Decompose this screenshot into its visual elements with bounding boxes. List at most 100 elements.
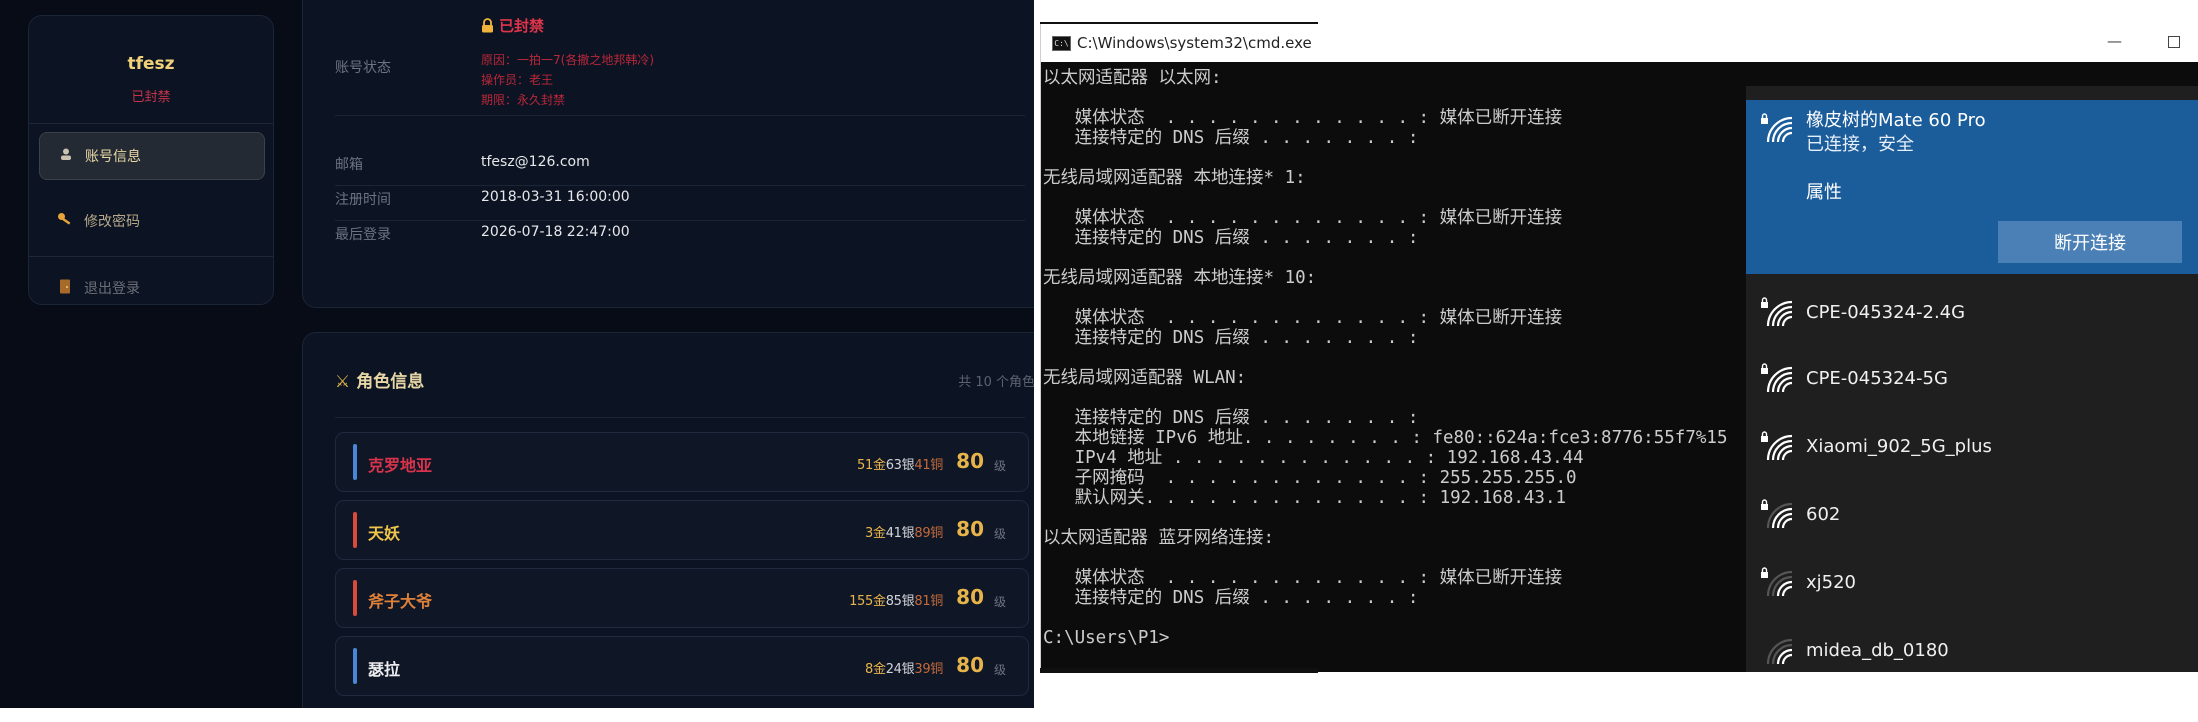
wifi-network-item[interactable]: Xiaomi_902_5G_plus: [1746, 416, 2198, 482]
role-level: 80: [956, 449, 984, 473]
role-level-unit: 级: [993, 663, 1006, 677]
wifi-secured-icon: [1761, 499, 1793, 529]
ban-title: 已封禁: [499, 17, 545, 35]
user-icon: [55, 147, 77, 165]
role-copper: 41铜: [914, 458, 943, 473]
profile-card: tfesz 已封禁 账号信息 修改密码 退出登录: [28, 15, 274, 305]
maximize-icon[interactable]: [2168, 36, 2180, 48]
row-divider: [335, 115, 1025, 116]
window-titlebar[interactable]: C:\ C:\Windows\system32\cmd.exe —: [1041, 24, 2198, 62]
wifi-network-item[interactable]: CPE-045324-5G: [1746, 348, 2198, 414]
role-name: 斧子大爷: [368, 592, 433, 611]
role-level-unit: 级: [993, 527, 1006, 541]
last-login-label: 最后登录: [335, 227, 391, 243]
network-name: 602: [1806, 504, 1841, 525]
door-icon: [54, 279, 76, 298]
minimize-icon[interactable]: —: [2107, 32, 2122, 50]
wifi-secured-icon: [1761, 363, 1793, 393]
connected-network-status: 已连接，安全: [1806, 134, 1914, 155]
profile-status: 已封禁: [131, 90, 171, 105]
row-divider: [335, 220, 1025, 221]
wifi-network-connected[interactable]: 橡皮树的Mate 60 Pro 已连接，安全 属性 断开连接: [1746, 100, 2198, 274]
row-divider: [335, 185, 1025, 186]
role-row[interactable]: 克罗地亚 51金63银41铜 80 级: [335, 432, 1029, 492]
role-name: 天妖: [368, 524, 401, 543]
connected-network-name: 橡皮树的Mate 60 Pro: [1806, 110, 1986, 131]
role-gold: 51金: [857, 458, 886, 473]
wifi-network-item[interactable]: CPE-045324-2.4G: [1746, 282, 2198, 348]
roles-card: ⚔ 角色信息 共 10 个角色 克罗地亚 51金63银41铜 80 级 天妖 3金…: [302, 332, 1034, 708]
role-level-unit: 级: [993, 459, 1006, 473]
menu-divider: [29, 256, 273, 257]
crossed-swords-icon: ⚔: [335, 372, 351, 392]
role-money: 3金41银89铜: [865, 522, 943, 541]
role-money: 155金85银81铜: [849, 590, 943, 609]
register-time-label: 注册时间: [335, 192, 391, 208]
key-icon: [54, 212, 76, 230]
network-name: CPE-045324-2.4G: [1806, 302, 1966, 323]
email-value: tfesz@126.com: [481, 154, 590, 170]
wifi-network-item[interactable]: xj520: [1746, 552, 2198, 618]
role-level-unit: 级: [993, 595, 1006, 609]
last-login-value: 2026-07-18 22:47:00: [481, 224, 630, 240]
role-silver: 24银: [885, 662, 915, 677]
wifi-open-icon: [1766, 638, 1793, 665]
roles-count: 共 10 个角色: [958, 375, 1034, 390]
roles-title: ⚔ 角色信息: [335, 367, 424, 392]
ban-status: 已封禁: [481, 15, 544, 36]
register-time-value: 2018-03-31 16:00:00: [481, 189, 630, 205]
console-text: 以太网适配器 以太网: 媒体状态 . . . . . . . . . . . .…: [1043, 68, 1728, 648]
network-name: CPE-045324-5G: [1806, 368, 1948, 389]
disconnect-button[interactable]: 断开连接: [1998, 221, 2182, 263]
network-name: Xiaomi_902_5G_plus: [1806, 436, 1992, 457]
role-copper: 81铜: [914, 594, 943, 609]
role-row[interactable]: 斧子大爷 155金85银81铜 80 级: [335, 568, 1029, 628]
wifi-secured-icon: [1761, 113, 1793, 143]
role-copper: 89铜: [914, 526, 943, 541]
ban-operator: 操作员：老王: [481, 73, 554, 87]
wifi-secured-icon: [1761, 297, 1793, 327]
properties-link[interactable]: 属性: [1806, 178, 1842, 204]
menu-item-account-info[interactable]: 账号信息: [39, 132, 265, 180]
lock-icon: [482, 18, 493, 33]
profile-header: tfesz 已封禁: [29, 16, 273, 124]
role-money: 8金24银39铜: [865, 658, 943, 677]
role-gold: 3金: [865, 526, 886, 541]
wifi-network-item[interactable]: 602: [1746, 484, 2198, 550]
role-name: 克罗地亚: [368, 456, 433, 475]
menu-label: 账号信息: [85, 149, 141, 165]
roles-divider: [335, 417, 1025, 418]
role-level: 80: [956, 585, 984, 609]
role-color-bar: [353, 580, 357, 616]
menu-item-logout[interactable]: 退出登录: [39, 264, 265, 312]
role-level: 80: [956, 653, 984, 677]
ban-reason: 原因：一拍一7(各撤之地邦韩冷): [481, 53, 654, 67]
wifi-flyout: 橡皮树的Mate 60 Pro 已连接，安全 属性 断开连接 CPE-04532…: [1746, 86, 2198, 672]
role-silver: 63银: [885, 458, 915, 473]
role-row[interactable]: 瑟拉 8金24银39铜 80 级: [335, 636, 1029, 696]
role-silver: 41银: [885, 526, 915, 541]
account-info-card: 账号状态 已封禁 原因：一拍一7(各撤之地邦韩冷) 操作员：老王 期限：永久封禁…: [302, 0, 1034, 308]
wifi-network-item[interactable]: midea_db_0180: [1746, 620, 2198, 672]
cmd-app-icon: C:\: [1052, 36, 1071, 51]
account-status-label: 账号状态: [335, 60, 391, 76]
role-gold: 8金: [865, 662, 886, 677]
role-gold: 155金: [849, 594, 886, 609]
role-color-bar: [353, 648, 357, 684]
network-name: xj520: [1806, 572, 1857, 593]
email-label: 邮箱: [335, 157, 363, 173]
role-row[interactable]: 天妖 3金41银89铜 80 级: [335, 500, 1029, 560]
network-name: midea_db_0180: [1806, 640, 1949, 661]
role-silver: 85银: [885, 594, 915, 609]
window-edge: [1040, 668, 1318, 673]
menu-item-change-password[interactable]: 修改密码: [39, 197, 265, 245]
menu-label: 修改密码: [84, 214, 140, 230]
roles-title-text: 角色信息: [356, 372, 425, 392]
role-copper: 39铜: [914, 662, 943, 677]
role-level: 80: [956, 517, 984, 541]
role-money: 51金63银41铜: [857, 454, 943, 473]
wifi-secured-icon: [1761, 431, 1793, 461]
menu-label: 退出登录: [84, 281, 140, 297]
window-title: C:\Windows\system32\cmd.exe: [1077, 34, 1312, 52]
role-color-bar: [353, 444, 357, 480]
